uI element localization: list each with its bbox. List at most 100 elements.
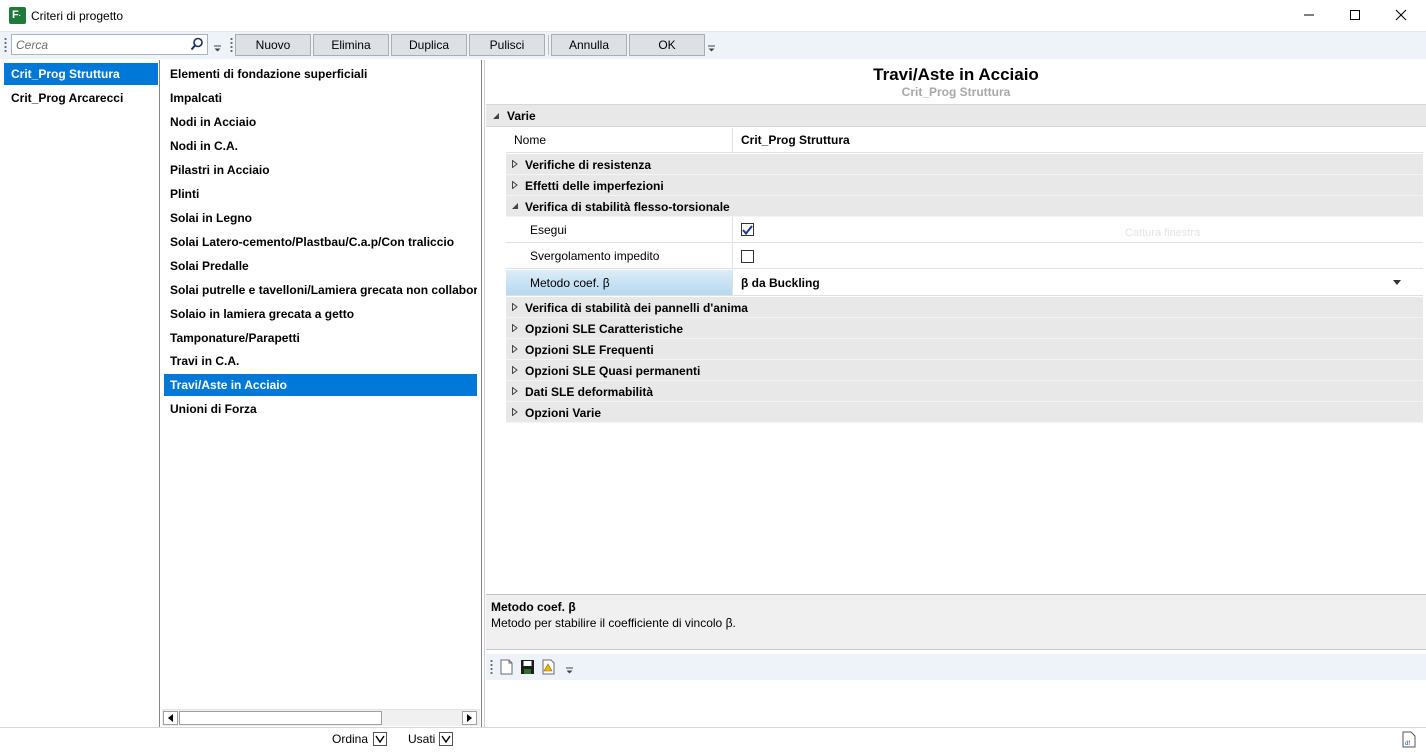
collapse-triangle-icon[interactable] [492,112,500,120]
element-type-item[interactable]: Impalcati [164,87,477,109]
criteria-item[interactable]: Crit_Prog Struttura [4,63,158,85]
ok-button[interactable]: OK [629,34,705,56]
expand-triangle-icon[interactable] [511,366,519,374]
element-type-item[interactable]: Solai Predalle [164,255,477,277]
section-sle-caratteristiche[interactable]: Opzioni SLE Caratteristiche [506,318,1423,339]
usati-dropdown[interactable] [439,732,453,746]
expand-triangle-icon[interactable] [511,324,519,332]
search-icon[interactable] [190,37,204,51]
section-opzioni-varie[interactable]: Opzioni Varie [506,402,1423,423]
section-label: Effetti delle imperfezioni [525,179,664,193]
expand-triangle-icon[interactable] [511,303,519,311]
checkmark-icon [742,224,753,235]
close-button[interactable] [1378,0,1424,30]
section-stabilita-pannelli[interactable]: Verifica di stabilità dei pannelli d'ani… [506,297,1423,318]
main-toolbar: Nuovo Elimina Duplica Pulisci Annulla OK [0,32,1426,59]
property-name: Esegui [506,217,733,242]
property-value[interactable]: Crit_Prog Struttura [734,128,850,152]
expand-triangle-icon[interactable] [511,408,519,416]
element-type-item[interactable]: Travi/Aste in Acciaio [164,374,477,396]
section-verifiche-resistenza[interactable]: Verifiche di resistenza [506,154,1423,175]
annulla-button[interactable]: Annulla [551,34,627,56]
scroll-left-icon [168,714,173,722]
section-effetti-imperfezioni[interactable]: Effetti delle imperfezioni [506,175,1423,196]
criteria-list: Crit_Prog Struttura Crit_Prog Arcarecci [1,60,160,727]
expand-triangle-icon[interactable] [511,387,519,395]
minimize-button[interactable] [1286,0,1332,30]
scroll-right-button[interactable] [462,711,477,725]
esegui-checkbox[interactable] [741,223,754,236]
horizontal-scrollbar[interactable] [162,709,480,726]
section-sle-deformabilita[interactable]: Dati SLE deformabilità [506,381,1423,402]
scroll-right-icon [467,714,472,722]
property-value[interactable] [734,217,754,242]
section-label: Dati SLE deformabilità [525,385,654,399]
toolbar-overflow-icon[interactable] [566,665,573,675]
document-status-icon[interactable]: df [1402,731,1416,748]
toolbar-grip-icon[interactable] [4,37,7,53]
element-type-item[interactable]: Solaio in lamiera grecata a getto [164,303,477,325]
expand-triangle-icon[interactable] [511,160,519,168]
search-input[interactable] [12,35,182,54]
svg-text:df: df [1405,741,1410,747]
pulisci-button[interactable]: Pulisci [469,34,545,56]
toolbar-grip-icon[interactable] [490,659,493,675]
element-type-item[interactable]: Elementi di fondazione superficiali [164,63,477,85]
usati-label: Usati [408,732,436,746]
section-sle-quasi-permanenti[interactable]: Opzioni SLE Quasi permanenti [506,360,1423,381]
section-stabilita-flesso-torsionale[interactable]: Verifica di stabilità flesso-torsionale [506,196,1423,217]
element-type-list: Elementi di fondazione superficiali Impa… [160,60,482,727]
toolbar-grip-icon[interactable] [230,37,233,53]
new-document-icon[interactable] [499,659,514,675]
nuovo-button[interactable]: Nuovo [235,34,311,56]
element-type-item[interactable]: Pilastri in Acciaio [164,159,477,181]
duplica-button[interactable]: Duplica [391,34,467,56]
dropdown-check-icon [375,735,385,743]
element-type-item[interactable]: Solai in Legno [164,207,477,229]
element-type-item[interactable]: Travi in C.A. [164,350,477,372]
description-text: Metodo per stabilire il coefficiente di … [491,616,736,630]
expand-triangle-icon[interactable] [511,345,519,353]
element-type-item[interactable]: Tamponature/Parapetti [164,327,477,349]
window-title: Criteri di progetto [31,9,124,23]
element-type-item[interactable]: Unioni di Forza [164,398,477,420]
maximize-button[interactable] [1332,0,1378,30]
elimina-button[interactable]: Elimina [313,34,389,56]
toolbar-overflow-icon[interactable] [214,43,221,53]
section-sle-frequenti[interactable]: Opzioni SLE Frequenti [506,339,1423,360]
toolbar-overflow-icon[interactable] [708,43,715,53]
expand-triangle-icon[interactable] [511,181,519,189]
search-box[interactable] [11,34,208,55]
element-type-item[interactable]: Solai Latero-cemento/Plastbau/C.a.p/Con … [164,231,477,253]
property-row-svergolamento[interactable]: Svergolamento impedito [506,244,1423,269]
property-row-metodo-coef[interactable]: Metodo coef. β β da Buckling [506,270,1423,296]
category-label: Varie [507,109,536,123]
criteria-item[interactable]: Crit_Prog Arcarecci [4,87,158,109]
scroll-left-button[interactable] [163,711,178,725]
element-type-item[interactable]: Nodi in C.A. [164,135,477,157]
category-varie[interactable]: Varie [486,105,1426,127]
property-row-nome[interactable]: Nome Crit_Prog Struttura [506,128,1423,153]
ordina-dropdown[interactable] [373,732,387,746]
description-title: Metodo coef. β [491,600,576,614]
property-value[interactable]: β da Buckling [734,270,820,295]
collapse-triangle-icon[interactable] [511,202,519,210]
section-label: Opzioni SLE Caratteristiche [525,322,684,336]
dropdown-arrow-icon[interactable] [1393,280,1401,285]
property-value[interactable] [734,244,754,268]
element-type-item[interactable]: Solai putrelle e tavelloni/Lamiera greca… [164,279,477,301]
property-grid: Varie Nome Crit_Prog Struttura Verifiche… [486,104,1426,423]
load-document-icon[interactable] [541,659,556,675]
scrollbar-thumb[interactable] [179,711,382,725]
section-label: Opzioni SLE Quasi permanenti [525,364,701,378]
maximize-icon [1350,10,1360,20]
svergolamento-checkbox[interactable] [741,249,754,263]
property-toolbar [486,654,1426,680]
element-type-item[interactable]: Plinti [164,183,477,205]
element-type-item[interactable]: Nodi in Acciaio [164,111,477,133]
toolbar-separator [548,35,549,55]
save-icon[interactable] [520,659,535,675]
page-title: Travi/Aste in Acciaio [873,65,1039,84]
dropdown-check-icon [441,735,451,743]
title-bar: F· Criteri di progetto [0,0,1426,32]
